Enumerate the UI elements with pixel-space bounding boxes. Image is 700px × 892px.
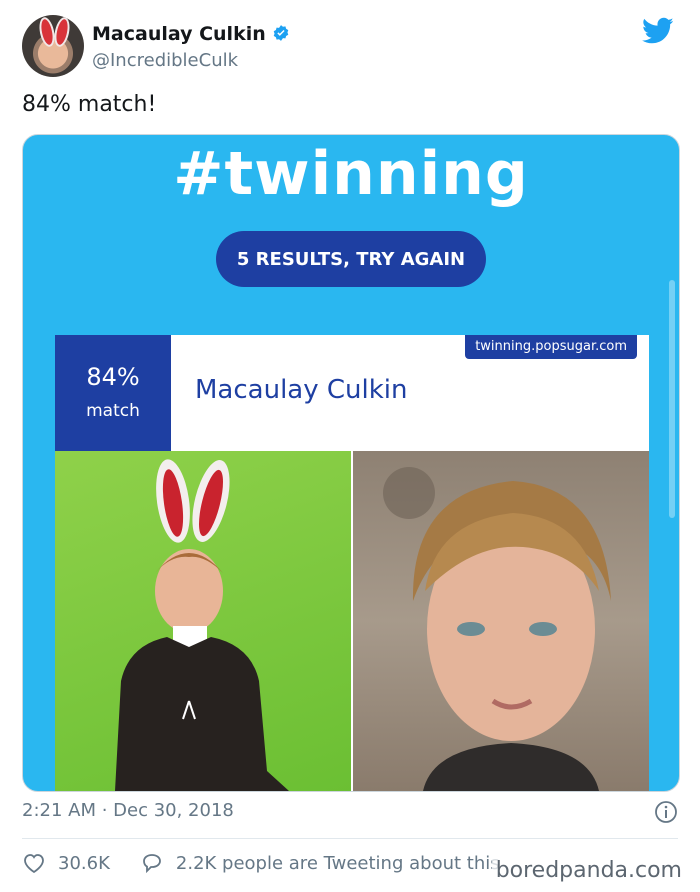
- photo-portrait: [353, 451, 649, 791]
- embedded-scrollbar: [669, 280, 675, 518]
- display-name[interactable]: Macaulay Culkin: [92, 23, 266, 45]
- twinning-hashtag: #twinning: [173, 139, 529, 209]
- tweet-media-image[interactable]: #twinning 5 RESULTS, TRY AGAIN 84% match…: [22, 134, 680, 792]
- user-handle[interactable]: @IncredibleCulk: [92, 50, 238, 71]
- match-label: match: [86, 401, 140, 421]
- tweet-timestamp[interactable]: 2:21 AM · Dec 30, 2018: [22, 800, 234, 821]
- avatar[interactable]: [22, 15, 84, 77]
- heart-icon[interactable]: [22, 852, 46, 874]
- source-url-badge: twinning.popsugar.com: [465, 335, 637, 359]
- verified-badge-icon: [273, 25, 289, 41]
- display-name-row[interactable]: Macaulay Culkin: [92, 23, 290, 45]
- tweet-text: 84% match!: [22, 92, 157, 117]
- tweet-actions: 30.6K 2.2K people are Tweeting about thi…: [22, 852, 500, 874]
- watermark: boredpanda.com: [491, 858, 686, 883]
- match-percent: 84%: [86, 363, 140, 391]
- match-name: Macaulay Culkin: [195, 375, 408, 405]
- tweet-header: Macaulay Culkin @IncredibleCulk: [22, 15, 682, 79]
- photo-bunny-ears: [55, 451, 351, 791]
- divider: [22, 838, 678, 839]
- info-icon[interactable]: [654, 800, 678, 824]
- bunny-ears-photo-illustration: [115, 459, 289, 791]
- match-card: 84% match Macaulay Culkin twinning.popsu…: [55, 335, 649, 791]
- reply-bubble-icon[interactable]: [140, 852, 164, 874]
- twitter-bird-icon[interactable]: [642, 17, 674, 45]
- like-count[interactable]: 30.6K: [58, 853, 110, 874]
- bunny-ear-right: [52, 15, 72, 49]
- match-score-box: 84% match: [55, 335, 171, 451]
- try-again-button: 5 RESULTS, TRY AGAIN: [216, 231, 486, 287]
- portrait-photo-illustration: [383, 467, 611, 791]
- conversation-link[interactable]: 2.2K people are Tweeting about this: [176, 853, 500, 874]
